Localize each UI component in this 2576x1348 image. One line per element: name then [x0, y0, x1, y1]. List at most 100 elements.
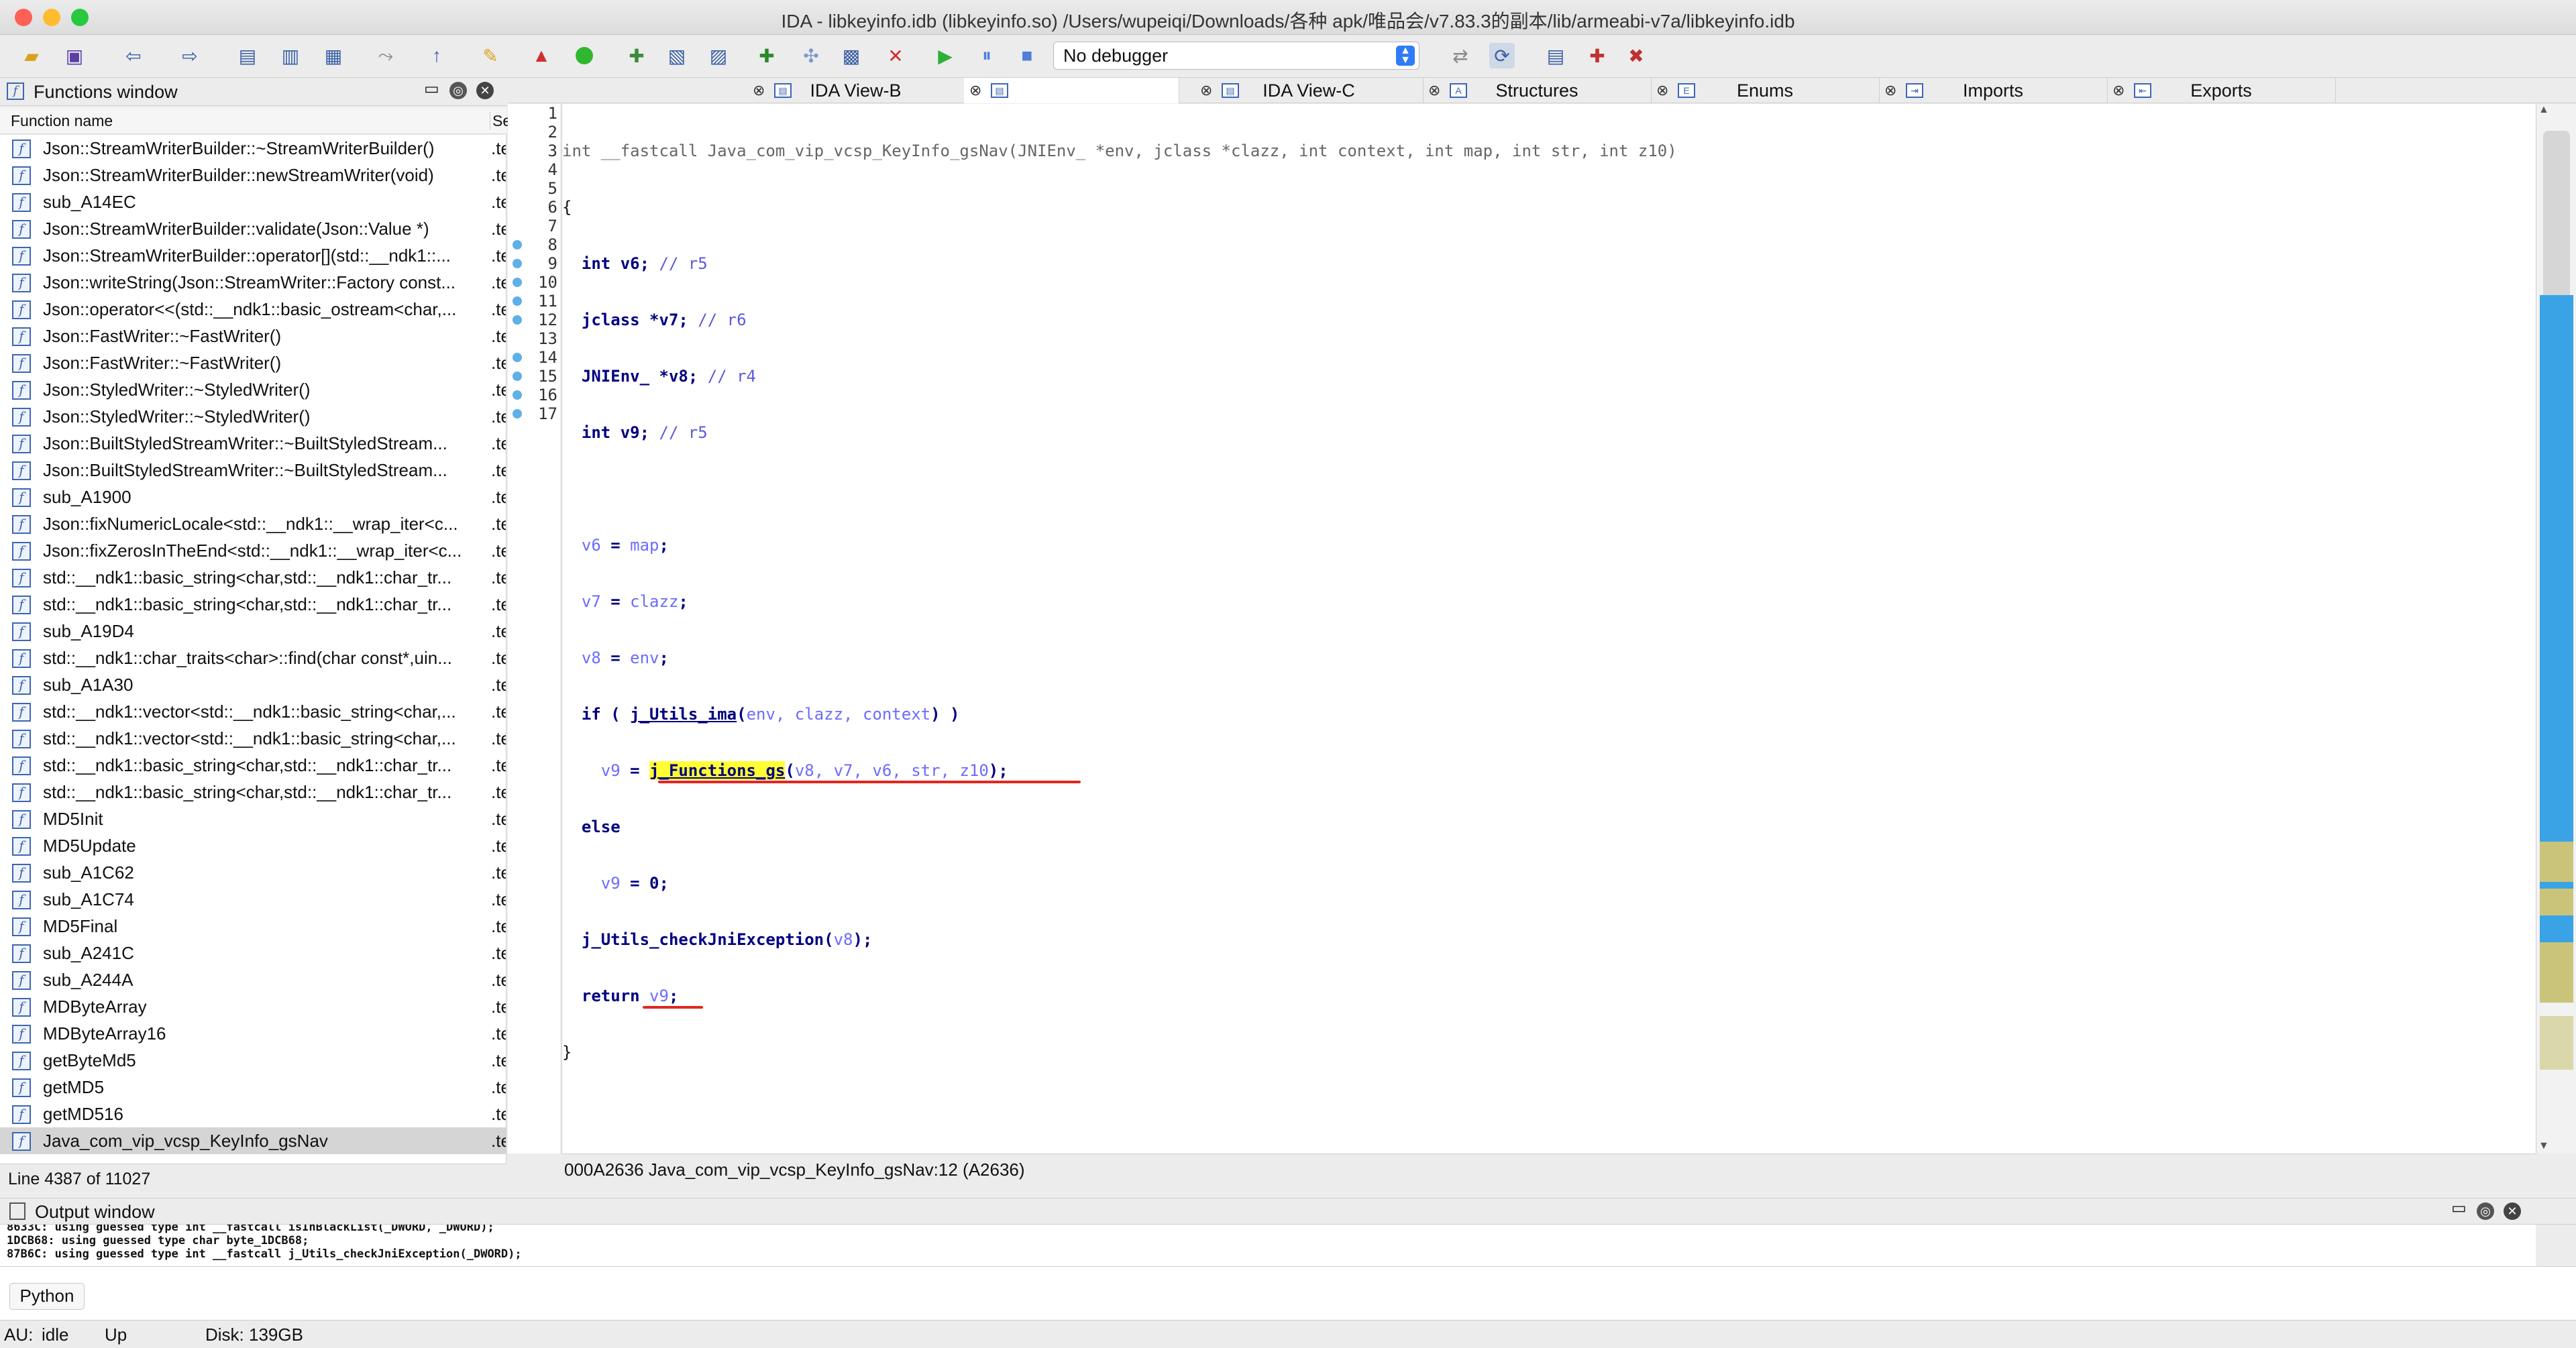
- call-utils-ima[interactable]: j_Utils_ima: [630, 705, 737, 724]
- function-list-item[interactable]: f Json::StyledWriter::~StyledWriter() .te: [0, 376, 506, 403]
- float-window-icon[interactable]: ▭: [424, 79, 439, 99]
- function-list-item[interactable]: f getMD516 .te: [0, 1101, 506, 1127]
- code-line-1[interactable]: int __fastcall Java_com_vip_vcsp_KeyInfo…: [562, 142, 2536, 160]
- close-tab-icon[interactable]: ⊗: [753, 78, 765, 103]
- tab-structures[interactable]: ⊗ A Structures: [1423, 78, 1652, 103]
- tab-enums[interactable]: ⊗ E Enums: [1651, 78, 1880, 103]
- breakpoint-add-icon[interactable]: ✚: [1585, 43, 1610, 68]
- breakpoint-dot-icon[interactable]: [513, 409, 522, 418]
- tab-ida-view-b[interactable]: ⊗ ▤ IDA View-B: [747, 78, 965, 103]
- back-icon[interactable]: ⇦: [121, 43, 146, 68]
- green-dot-icon[interactable]: [572, 43, 597, 68]
- tab-ida-view-c[interactable]: ⊗ ▤ IDA View-C: [1195, 78, 1424, 103]
- function-list-item[interactable]: f sub_A1C74 .te: [0, 886, 506, 913]
- warning-icon[interactable]: ▲: [529, 43, 554, 68]
- function-list-item[interactable]: f MDByteArray .te: [0, 993, 506, 1020]
- add-icon[interactable]: ✚: [624, 43, 649, 68]
- function-list-item[interactable]: f Json::StreamWriterBuilder::operator[](s…: [0, 242, 506, 269]
- breakpoint-dot-icon[interactable]: [513, 390, 522, 400]
- function-list-item[interactable]: f Json::FastWriter::~FastWriter() .te: [0, 323, 506, 349]
- forward-icon[interactable]: ⇨: [177, 43, 203, 68]
- enum-icon[interactable]: ▨: [706, 43, 731, 68]
- tab-pseudocode[interactable]: ⊗ ▤: [964, 78, 1179, 103]
- close-red-icon[interactable]: ✕: [883, 43, 908, 68]
- list-icon[interactable]: ▤: [1543, 43, 1568, 68]
- play-icon[interactable]: ▶: [932, 43, 958, 68]
- code-line-9[interactable]: v7 = clazz;: [562, 592, 2536, 611]
- function-list-item[interactable]: f sub_A1C62 .te: [0, 859, 506, 886]
- refresh-icon[interactable]: ⟳: [1489, 43, 1515, 68]
- function-list-item[interactable]: f sub_A14EC .te: [0, 188, 506, 215]
- code-line-16[interactable]: return v9;: [562, 987, 2536, 1009]
- code-line-8[interactable]: v6 = map;: [562, 536, 2536, 555]
- breakpoint-remove-icon[interactable]: ✖: [1623, 43, 1649, 68]
- pause-icon[interactable]: ⏸: [974, 43, 1000, 68]
- function-list-item[interactable]: f std::__ndk1::char_traits<char>::find(ch…: [0, 644, 506, 671]
- breakpoint-dot-icon[interactable]: [513, 353, 522, 362]
- chart-icon[interactable]: ▩: [839, 43, 864, 68]
- code-line-11[interactable]: if ( j_Utils_ima(env, clazz, context) ): [562, 705, 2536, 724]
- function-list-item[interactable]: f std::__ndk1::vector<std::__ndk1::basic_…: [0, 698, 506, 725]
- float-window-icon[interactable]: ▭: [2451, 1198, 2467, 1218]
- function-list-item[interactable]: f Json::FastWriter::~FastWriter() .te: [0, 349, 506, 376]
- close-tab-icon[interactable]: ⊗: [969, 78, 981, 103]
- scroll-up-icon[interactable]: ▲: [2538, 104, 2549, 117]
- call-check-jni-exception[interactable]: j_Utils_checkJniException: [562, 930, 824, 949]
- text-icon[interactable]: ▥: [278, 43, 303, 68]
- function-list-item[interactable]: f Json::fixNumericLocale<std::__ndk1::__w…: [0, 510, 506, 537]
- attach-icon[interactable]: ⇄: [1448, 43, 1473, 68]
- debugger-select[interactable]: No debugger ▲ ▼: [1053, 42, 1419, 70]
- function-list-item[interactable]: f MD5Final .te: [0, 913, 506, 940]
- function-list-item[interactable]: f Json::writeString(Json::StreamWriter::F…: [0, 269, 506, 296]
- close-panel-icon[interactable]: ✕: [2504, 1202, 2521, 1220]
- save-icon[interactable]: ▣: [62, 43, 87, 68]
- output-log[interactable]: 8633C: using guessed type int __fastcall…: [0, 1225, 2536, 1266]
- function-list-item[interactable]: f std::__ndk1::basic_string<char,std::__n…: [0, 779, 506, 805]
- hex-icon[interactable]: ▦: [321, 43, 346, 68]
- function-list-item[interactable]: f MD5Init .te: [0, 805, 506, 832]
- tab-imports[interactable]: ⊗ ⇥ Imports: [1879, 78, 2108, 103]
- code-line-15[interactable]: j_Utils_checkJniException(v8);: [562, 930, 2536, 949]
- tab-exports[interactable]: ⊗ ⇤ Exports: [2107, 78, 2336, 103]
- function-list-item[interactable]: f Json::BuiltStyledStreamWriter::~BuiltSt…: [0, 430, 506, 457]
- code-line-3[interactable]: int v6; // r5: [562, 254, 2536, 273]
- up-arrow-icon[interactable]: ↑: [424, 43, 449, 68]
- close-tab-icon[interactable]: ⊗: [1200, 78, 1212, 103]
- function-list-item[interactable]: f Java_com_vip_vcsp_KeyInfo_gsNav .te: [0, 1127, 506, 1154]
- code-line-7[interactable]: [562, 480, 2536, 498]
- close-tab-icon[interactable]: ⊗: [1884, 78, 1896, 103]
- function-list-item[interactable]: f MDByteArray16 .te: [0, 1020, 506, 1047]
- restore-icon[interactable]: ◎: [449, 82, 467, 99]
- function-list-item[interactable]: f Json::BuiltStyledStreamWriter::~BuiltSt…: [0, 457, 506, 484]
- breakpoint-dot-icon[interactable]: [513, 240, 522, 249]
- function-list-item[interactable]: f MD5Update .te: [0, 832, 506, 859]
- graph-icon[interactable]: ✣: [798, 43, 824, 68]
- pseudocode-view[interactable]: int __fastcall Java_com_vip_vcsp_KeyInfo…: [561, 104, 2536, 1154]
- open-icon[interactable]: ▰: [19, 43, 44, 68]
- python-language-button[interactable]: Python: [9, 1283, 85, 1310]
- code-line-12[interactable]: v9 = j_Functions_gs(v8, v7, v6, str, z10…: [562, 761, 2536, 783]
- function-list-item[interactable]: f sub_A19D4 .te: [0, 618, 506, 644]
- breakpoint-dot-icon[interactable]: [513, 296, 522, 306]
- close-tab-icon[interactable]: ⊗: [1428, 78, 1440, 103]
- function-list-item[interactable]: f getByteMd5 .te: [0, 1047, 506, 1074]
- breakpoint-dot-icon[interactable]: [513, 372, 522, 381]
- function-list-item[interactable]: f sub_A1A30 .te: [0, 671, 506, 698]
- close-tab-icon[interactable]: ⊗: [1656, 78, 1668, 103]
- navigation-scrollbar[interactable]: ▲ ▼: [2536, 104, 2576, 1154]
- code-line-17[interactable]: }: [562, 1043, 2536, 1062]
- jump-icon[interactable]: ⤳: [373, 43, 398, 68]
- stop-icon[interactable]: ■: [1014, 43, 1040, 68]
- code-line-13[interactable]: else: [562, 818, 2536, 836]
- code-line-2[interactable]: {: [562, 198, 2536, 217]
- function-list-item[interactable]: f Json::StreamWriterBuilder::validate(Jso…: [0, 215, 506, 242]
- restore-icon[interactable]: ◎: [2477, 1202, 2494, 1220]
- function-list-item[interactable]: f sub_A241C .te: [0, 940, 506, 966]
- breakpoint-dot-icon[interactable]: [513, 259, 522, 268]
- functions-list[interactable]: f Json::StreamWriterBuilder::~StreamWrite…: [0, 135, 506, 1164]
- function-list-item[interactable]: f std::__ndk1::basic_string<char,std::__n…: [0, 752, 506, 779]
- breakpoint-dot-icon[interactable]: [513, 315, 522, 325]
- function-list-item[interactable]: f Json::StyledWriter::~StyledWriter() .te: [0, 403, 506, 430]
- binary-icon[interactable]: ▤: [235, 43, 260, 68]
- function-list-item[interactable]: f std::__ndk1::basic_string<char,std::__n…: [0, 591, 506, 618]
